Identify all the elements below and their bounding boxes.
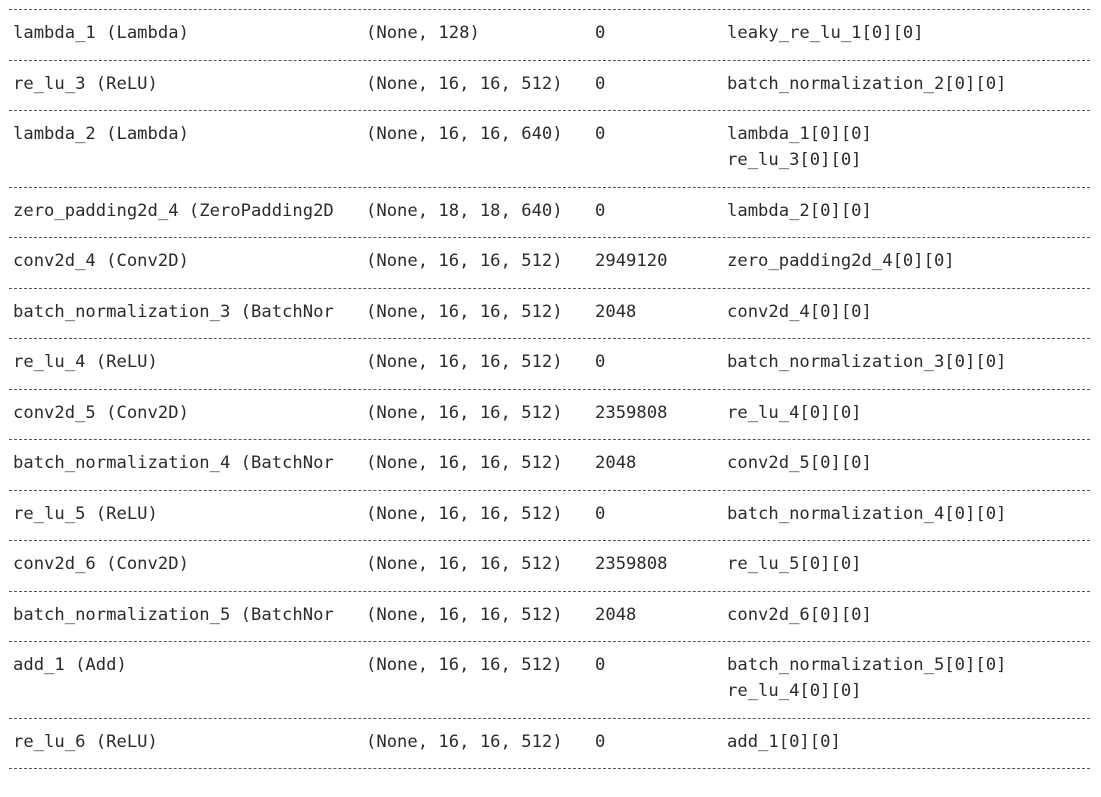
layer-name-cell: conv2d_4 (Conv2D) [13,251,189,271]
output-shape-cell: (None, 16, 16, 512) [366,453,563,473]
output-shape-cell: (None, 16, 16, 512) [366,402,563,423]
output-shape-cell: (None, 128) [366,23,480,43]
connected-layer-ref: batch_normalization_2[0][0] [727,73,1007,94]
param-count-cell: 0 [595,503,606,524]
connected-to-cell: lambda_2[0][0] [727,198,872,224]
layer-name-cell: add_1 (Add) [13,655,127,675]
connected-to-cell: re_lu_5[0][0] [727,551,862,577]
output-shape-cell: (None, 18, 18, 640) [366,200,563,221]
layer-name-cell: lambda_2 (Lambda) [13,124,189,144]
output-shape-cell: (None, 16, 16, 512) [366,554,563,574]
layer-name-cell: batch_normalization_4 (BatchNor [13,453,334,473]
table-row: batch_normalization_4 (BatchNor (None, 16… [0,440,1101,490]
layer-name-cell: re_lu_4 (ReLU) [13,352,158,372]
param-count-cell: 2048 [595,604,637,625]
connected-layer-ref: re_lu_4[0][0] [727,681,862,701]
table-row: zero_padding2d_4 (ZeroPadding2D (None, 18… [0,188,1101,238]
table-row: conv2d_5 (Conv2D) (None, 16, 16, 512) 2359… [0,390,1101,440]
output-shape-cell: (None, 16, 16, 512) [366,503,563,524]
layer-name-cell: re_lu_3 (ReLU) [13,73,158,94]
connected-to-cell: conv2d_4[0][0] [727,299,872,325]
connected-layer-ref: batch_normalization_4[0][0] [727,503,1007,524]
output-shape-cell: (None, 16, 16, 512) [366,604,563,625]
connected-to-cell: add_1[0][0] [727,729,841,755]
output-shape-cell: (None, 16, 16, 512) [366,655,563,675]
output-shape-cell: (None, 16, 16, 512) [366,352,563,372]
param-count-cell: 0 [595,731,606,752]
table-row: batch_normalization_3 (BatchNor (None, 16… [0,289,1101,339]
connected-to-cell: lambda_1[0][0] re_lu_3[0][0] [727,121,872,173]
param-count-cell: 2359808 [595,402,668,423]
connected-to-cell: batch_normalization_4[0][0] [727,501,1006,527]
param-count-cell: 0 [595,200,606,221]
output-shape-cell: (None, 16, 16, 512) [366,73,563,94]
table-row: batch_normalization_5 (BatchNor (None, 16… [0,592,1101,642]
param-count-cell: 0 [595,124,606,144]
connected-to-cell: batch_normalization_3[0][0] [727,349,1006,375]
layer-name-cell: re_lu_5 (ReLU) [13,503,158,524]
layer-name-cell: batch_normalization_5 (BatchNor [13,604,334,625]
connected-layer-ref: add_1[0][0] [727,731,841,752]
connected-layer-ref: conv2d_4[0][0] [727,301,872,322]
param-count-cell: 2048 [595,453,637,473]
connected-to-cell: batch_normalization_5[0][0] re_lu_4[0][0] [727,652,1006,704]
output-shape-cell: (None, 16, 16, 512) [366,301,563,322]
layer-name-cell: conv2d_6 (Conv2D) [13,554,189,574]
output-shape-cell: (None, 16, 16, 640) [366,124,563,144]
connected-layer-ref: batch_normalization_3[0][0] [727,352,1007,372]
param-count-cell: 0 [595,655,606,675]
table-row: re_lu_3 (ReLU) (None, 16, 16, 512) 0 batch_… [0,61,1101,111]
param-count-cell: 2949120 [595,251,668,271]
table-row: conv2d_4 (Conv2D) (None, 16, 16, 512) 2949… [0,238,1101,288]
model-summary-table: lambda_1 (Lambda) (None, 128) 0 leaky_re_lu… [0,0,1101,769]
table-row: lambda_2 (Lambda) (None, 16, 16, 640) 0 lam… [0,111,1101,187]
connected-to-cell: conv2d_6[0][0] [727,602,872,628]
connected-to-cell: conv2d_5[0][0] [727,450,872,476]
table-row: add_1 (Add) (None, 16, 16, 512) 0 batch_nor… [0,642,1101,718]
table-row: lambda_1 (Lambda) (None, 128) 0 leaky_re_lu… [0,10,1101,60]
output-shape-cell: (None, 16, 16, 512) [366,731,563,752]
table-row: re_lu_6 (ReLU) (None, 16, 16, 512) 0 add_1[… [0,719,1101,769]
param-count-cell: 0 [595,73,606,94]
separator-line [9,768,1090,769]
connected-to-cell: zero_padding2d_4[0][0] [727,248,955,274]
connected-layer-ref: re_lu_5[0][0] [727,554,862,574]
connected-layer-ref: lambda_2[0][0] [727,200,872,221]
param-count-cell: 2359808 [595,554,668,574]
connected-layer-ref: lambda_1[0][0] [727,124,872,144]
param-count-cell: 0 [595,23,606,43]
connected-layer-ref: zero_padding2d_4[0][0] [727,251,955,271]
connected-layer-ref: re_lu_3[0][0] [727,150,862,170]
layer-name-cell: zero_padding2d_4 (ZeroPadding2D [13,200,334,221]
connected-layer-ref: batch_normalization_5[0][0] [727,655,1007,675]
layer-name-cell: conv2d_5 (Conv2D) [13,402,189,423]
layer-name-cell: re_lu_6 (ReLU) [13,731,158,752]
param-count-cell: 0 [595,352,606,372]
param-count-cell: 2048 [595,301,637,322]
connected-layer-ref: leaky_re_lu_1[0][0] [727,23,924,43]
layer-name-cell: batch_normalization_3 (BatchNor [13,301,334,322]
connected-to-cell: re_lu_4[0][0] [727,400,862,426]
connected-to-cell: leaky_re_lu_1[0][0] [727,20,924,46]
table-row: conv2d_6 (Conv2D) (None, 16, 16, 512) 2359… [0,541,1101,591]
table-row: re_lu_4 (ReLU) (None, 16, 16, 512) 0 batch_… [0,339,1101,389]
layer-name-cell: lambda_1 (Lambda) [13,23,189,43]
connected-to-cell: batch_normalization_2[0][0] [727,71,1006,97]
output-shape-cell: (None, 16, 16, 512) [366,251,563,271]
connected-layer-ref: re_lu_4[0][0] [727,402,862,423]
connected-layer-ref: conv2d_6[0][0] [727,604,872,625]
connected-layer-ref: conv2d_5[0][0] [727,453,872,473]
table-row: re_lu_5 (ReLU) (None, 16, 16, 512) 0 batch_… [0,491,1101,541]
